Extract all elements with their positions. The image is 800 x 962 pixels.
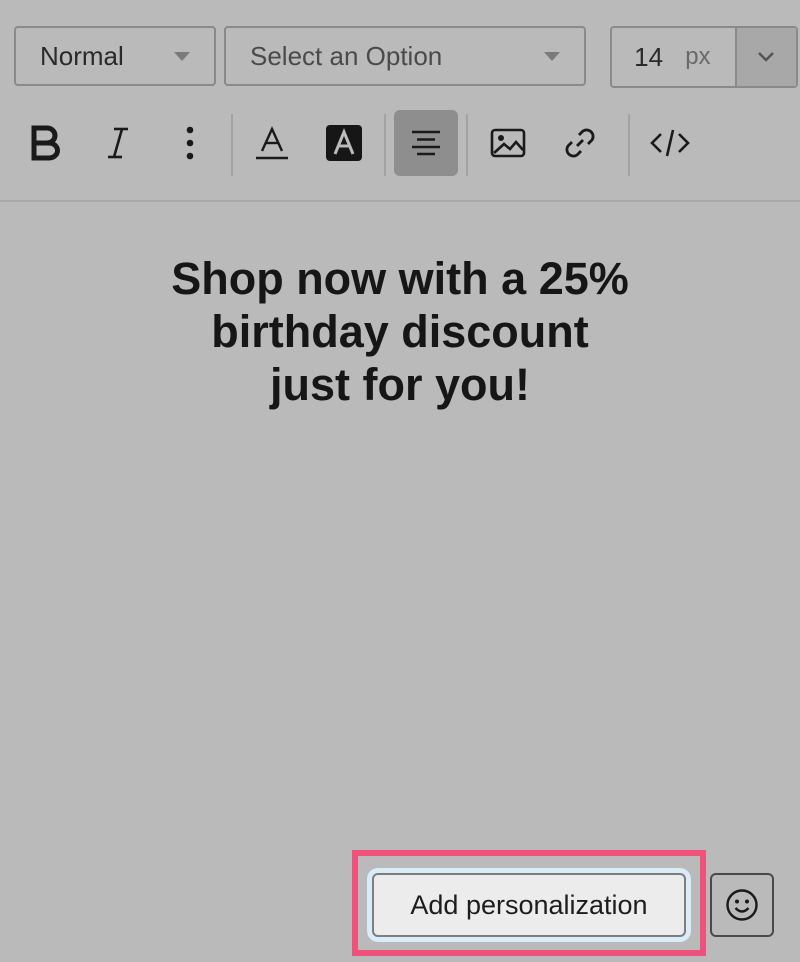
bold-button[interactable]: [13, 110, 77, 176]
toolbar-divider: [628, 114, 630, 176]
font-family-select[interactable]: Select an Option: [224, 26, 586, 86]
image-icon: [490, 128, 526, 158]
align-center-button[interactable]: [394, 110, 458, 176]
paragraph-style-value: Normal: [40, 40, 124, 71]
toolbar-divider: [384, 114, 386, 176]
code-icon: [650, 129, 690, 157]
bold-icon: [31, 125, 60, 161]
source-code-button[interactable]: [638, 110, 702, 176]
italic-button[interactable]: [86, 110, 150, 176]
font-size-dropdown-button[interactable]: [734, 28, 796, 86]
editor-content-area[interactable]: Shop now with a 25% birthday discount ju…: [0, 202, 800, 842]
headline-line: birthday discount: [211, 306, 589, 357]
toolbar-divider: [231, 114, 233, 176]
add-personalization-button[interactable]: Add personalization: [372, 873, 686, 937]
insert-link-button[interactable]: [548, 110, 612, 176]
align-center-icon: [412, 130, 440, 156]
font-size-unit: px: [685, 43, 711, 70]
toolbar-top-row: Normal Select an Option 14 px: [0, 0, 800, 100]
text-color-icon: [256, 126, 288, 160]
chevron-down-icon: [544, 51, 560, 61]
font-size-input[interactable]: 14: [612, 28, 685, 86]
italic-icon: [108, 127, 128, 159]
toolbar-divider: [466, 114, 468, 176]
font-family-placeholder: Select an Option: [250, 40, 443, 71]
more-options-button[interactable]: [158, 110, 222, 176]
highlight-color-button[interactable]: [312, 110, 376, 176]
chevron-down-icon: [758, 52, 775, 62]
text-color-button[interactable]: [240, 110, 304, 176]
font-size-control: 14 px: [610, 26, 798, 88]
highlight-color-icon: [326, 125, 362, 161]
toolbar-format-row: [0, 110, 800, 182]
headline-line: Shop now with a 25%: [171, 253, 629, 304]
more-vertical-icon: [186, 126, 194, 160]
insert-image-button[interactable]: [476, 110, 540, 176]
editor-headline: Shop now with a 25% birthday discount ju…: [0, 252, 800, 411]
paragraph-style-select[interactable]: Normal: [14, 26, 216, 86]
chevron-down-icon: [174, 51, 190, 61]
headline-line: just for you!: [270, 359, 530, 410]
smiley-icon: [726, 889, 758, 921]
link-icon: [565, 128, 595, 158]
emoji-button[interactable]: [710, 873, 774, 937]
